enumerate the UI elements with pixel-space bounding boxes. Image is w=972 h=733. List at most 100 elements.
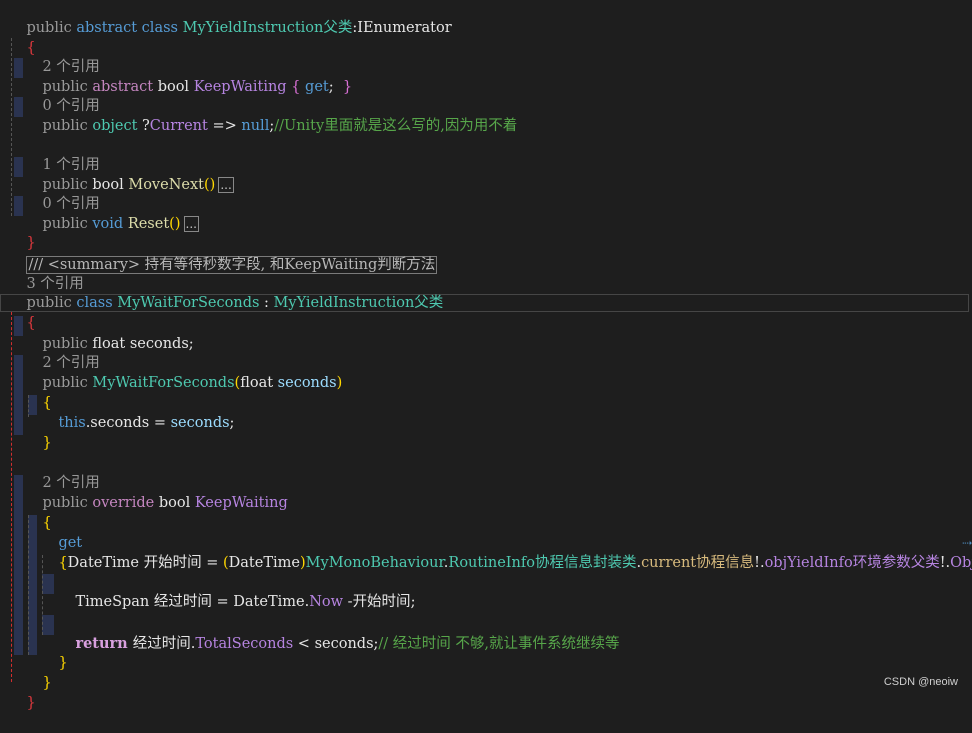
- code-line[interactable]: public abstract bool KeepWaiting { get; …: [24, 57, 352, 77]
- class-reference: MyMonoBehaviour: [306, 555, 444, 571]
- colon: :: [259, 295, 273, 311]
- class-name: MyWaitForSeconds: [117, 295, 259, 311]
- keyword-this: this: [58, 415, 85, 431]
- code-lens[interactable]: 0 个引用: [24, 76, 100, 96]
- parameter: seconds: [171, 415, 230, 431]
- indent-guide-block: [14, 157, 23, 177]
- code-line[interactable]: get: [40, 513, 82, 533]
- indent-guide-block: [14, 355, 23, 375]
- type-object: object: [92, 118, 142, 134]
- field-name: seconds: [130, 336, 189, 352]
- code-line[interactable]: this.seconds = seconds;: [40, 393, 234, 413]
- indent-guide-block: [42, 615, 54, 635]
- code-line[interactable]: }: [24, 413, 52, 433]
- type-datetime: DateTime: [233, 594, 304, 610]
- code-line[interactable]: public object ?Current => null;//Unity里面…: [24, 96, 517, 116]
- code-lens[interactable]: 2 个引用: [24, 37, 100, 57]
- local-variable: 经过时间: [133, 636, 191, 652]
- code-line[interactable]: }: [24, 653, 52, 673]
- collapsed-block-button[interactable]: ...: [218, 177, 233, 193]
- keyword-void: void: [92, 216, 127, 232]
- parens: (): [169, 216, 180, 232]
- property-totalseconds: TotalSeconds: [195, 636, 293, 652]
- code-line[interactable]: public MyWaitForSeconds(float seconds): [24, 353, 342, 373]
- close-brace: }: [42, 435, 51, 451]
- type-bool: bool: [158, 79, 194, 95]
- parens: (): [204, 177, 215, 193]
- property-name: Current: [150, 118, 208, 134]
- code-line[interactable]: {: [8, 18, 36, 38]
- property-now: Now: [309, 594, 343, 610]
- code-line[interactable]: public override bool KeepWaiting: [24, 473, 288, 493]
- code-line[interactable]: }: [8, 213, 36, 233]
- code-lens[interactable]: 2 个引用: [24, 453, 100, 473]
- assign: =: [149, 415, 170, 431]
- local-variable: 开始时间: [144, 555, 202, 571]
- base-class: MyYieldInstruction父类: [274, 295, 444, 311]
- property-name: KeepWaiting: [194, 79, 292, 95]
- paren: ): [337, 375, 343, 391]
- type-float: float: [240, 375, 277, 391]
- code-line[interactable]: public class MyWaitForSeconds : MyYieldI…: [8, 273, 443, 293]
- code-lens[interactable]: 3 个引用: [8, 254, 84, 274]
- brace: {: [291, 79, 305, 95]
- code-line[interactable]: {: [8, 293, 36, 313]
- close-brace: }: [26, 695, 35, 711]
- close-brace: }: [42, 675, 51, 691]
- code-line[interactable]: public abstract class MyYieldInstruction…: [8, 0, 452, 18]
- code-editor[interactable]: public abstract class MyYieldInstruction…: [0, 0, 972, 697]
- indent-guide-block: [14, 475, 23, 655]
- code-lens[interactable]: 1 个引用: [24, 135, 100, 155]
- member: objYieldInfo环境参数父类: [765, 555, 940, 571]
- keyword-abstract: abstract: [92, 79, 157, 95]
- brace: }: [343, 79, 352, 95]
- collapsed-summary-comment[interactable]: /// <summary> 持有等待秒数字段, 和KeepWaiting判断方法: [26, 256, 437, 274]
- nullable-mark: ?: [142, 118, 150, 134]
- line-overflow-icon: ⇢: [962, 536, 972, 550]
- class-name: MyYieldInstruction父类: [183, 20, 353, 36]
- field-name: seconds: [90, 415, 149, 431]
- keyword-public: public: [42, 216, 92, 232]
- base-interface: :IEnumerator: [352, 20, 451, 36]
- semicolon: ;: [411, 594, 416, 610]
- null-forgiving: !.: [940, 555, 950, 571]
- code-lens[interactable]: 2 个引用: [24, 333, 100, 353]
- code-line[interactable]: public float seconds;: [24, 314, 194, 334]
- constructor-name: MyWaitForSeconds: [92, 375, 234, 391]
- indent-guide-block: [14, 97, 23, 117]
- type-datetime: DateTime: [68, 555, 144, 571]
- comment: // 经过时间 不够,就让事件系统继续等: [378, 636, 619, 652]
- method-name: Reset: [128, 216, 169, 232]
- code-line[interactable]: TimeSpan 经过时间 = DateTime.Now -开始时间;: [57, 572, 415, 592]
- code-line[interactable]: {: [24, 493, 52, 513]
- code-line[interactable]: }: [40, 633, 68, 653]
- method-name: MoveNext: [128, 177, 204, 193]
- semicolon: ;: [329, 79, 343, 95]
- code-line[interactable]: public bool MoveNext()...: [24, 155, 234, 175]
- arrow: =>: [208, 118, 242, 134]
- code-line[interactable]: /// <summary> 持有等待秒数字段, 和KeepWaiting判断方法: [8, 235, 437, 255]
- indent-guide-block: [14, 375, 23, 435]
- keyword-override: override: [92, 495, 158, 511]
- code-line[interactable]: public void Reset()...: [24, 194, 199, 214]
- keyword-get: get: [305, 79, 329, 95]
- semicolon: ;: [230, 415, 235, 431]
- type-bool: bool: [159, 495, 195, 511]
- open-brace: {: [58, 555, 67, 571]
- code-line[interactable]: {: [24, 373, 52, 393]
- code-line[interactable]: return 经过时间.TotalSeconds < seconds;// 经过…: [57, 614, 620, 634]
- keyword-abstract-class: abstract class: [76, 20, 182, 36]
- code-line[interactable]: {DateTime 开始时间 = (DateTime)MyMonoBehavio…: [40, 533, 972, 553]
- code-line[interactable]: }: [8, 673, 36, 693]
- assign: =: [202, 555, 223, 571]
- watermark: CSDN @neoiw: [884, 676, 958, 688]
- parameter: seconds: [278, 375, 337, 391]
- minus: -: [343, 594, 353, 610]
- brace-guide: [11, 312, 12, 682]
- property-name: KeepWaiting: [195, 495, 288, 511]
- keyword-public: public: [42, 118, 92, 134]
- code-lens[interactable]: 0 个引用: [24, 174, 100, 194]
- collapsed-block-button[interactable]: ...: [184, 216, 199, 232]
- keyword-null: null: [241, 118, 269, 134]
- keyword-return: return: [75, 635, 132, 652]
